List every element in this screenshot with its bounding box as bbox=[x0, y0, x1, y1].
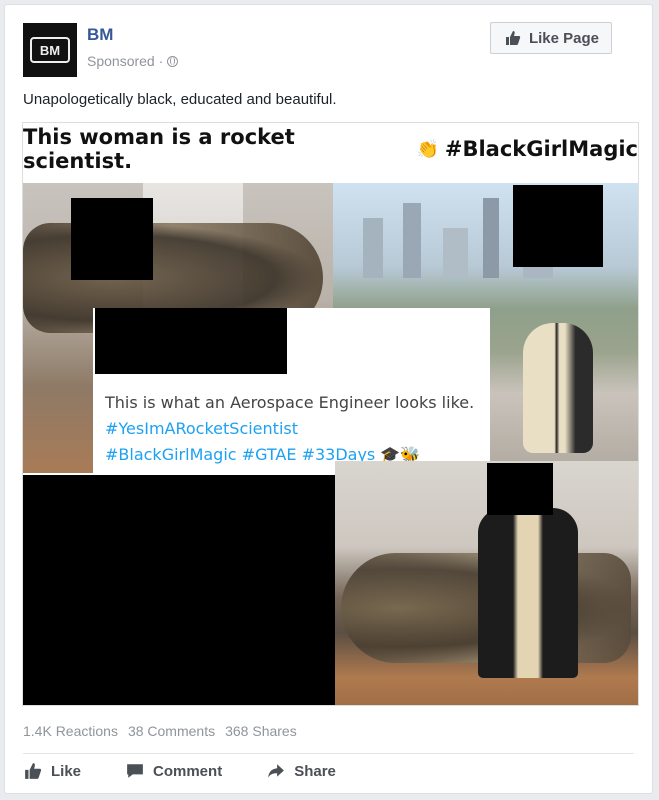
like-page-label: Like Page bbox=[528, 29, 600, 47]
post-actions: Like Comment Share bbox=[23, 761, 336, 781]
like-button[interactable]: Like bbox=[23, 761, 81, 781]
speech-bubble-icon bbox=[125, 761, 145, 781]
page-logo: BM bbox=[30, 37, 70, 63]
redaction-box bbox=[95, 308, 287, 374]
tweet-body: This is what an Aerospace Engineer looks… bbox=[105, 393, 475, 412]
clapping-hands-icon: 👏 bbox=[416, 138, 439, 160]
redaction-box bbox=[71, 198, 153, 280]
shares-count[interactable]: 368 Shares bbox=[225, 723, 297, 739]
comments-count[interactable]: 38 Comments bbox=[128, 723, 215, 739]
share-arrow-icon bbox=[266, 761, 286, 781]
woman-in-dress bbox=[523, 323, 593, 453]
redaction-box bbox=[23, 475, 335, 705]
image-headline: This woman is a rocket scientist. 👏 #Bla… bbox=[23, 123, 638, 175]
engagement-stats: 1.4K Reactions 38 Comments 368 Shares bbox=[23, 723, 297, 739]
woman-in-graduation-gown bbox=[478, 508, 578, 678]
like-label: Like bbox=[51, 762, 82, 780]
redaction-box bbox=[487, 463, 553, 515]
sponsored-post-card: BM BM Sponsored · Like Page Unapologetic… bbox=[4, 4, 653, 794]
tweet-hashtag-1: #YesImARocketScientist bbox=[105, 419, 298, 438]
globe-icon bbox=[167, 55, 179, 67]
comment-label: Comment bbox=[153, 762, 223, 780]
actions-divider bbox=[23, 753, 634, 754]
share-button[interactable]: Share bbox=[266, 761, 336, 781]
sponsored-label[interactable]: Sponsored · bbox=[87, 53, 179, 69]
comment-button[interactable]: Comment bbox=[125, 761, 222, 781]
tweet-text: This is what an Aerospace Engineer looks… bbox=[105, 390, 485, 468]
share-label: Share bbox=[294, 762, 336, 780]
thumbs-up-icon bbox=[503, 28, 523, 48]
page-name-link[interactable]: BM bbox=[87, 25, 113, 45]
thumbs-up-icon bbox=[23, 761, 43, 781]
redaction-box bbox=[513, 185, 603, 267]
post-image[interactable]: This woman is a rocket scientist. 👏 #Bla… bbox=[22, 122, 639, 706]
post-caption: Unapologetically black, educated and bea… bbox=[23, 91, 337, 108]
reactions-count[interactable]: 1.4K Reactions bbox=[23, 723, 118, 739]
page-avatar[interactable]: BM bbox=[23, 23, 77, 77]
sponsored-text: Sponsored · bbox=[87, 53, 164, 69]
headline-text: This woman is a rocket scientist. bbox=[23, 125, 295, 173]
headline-hashtag: #BlackGirlMagic bbox=[444, 137, 638, 161]
like-page-button[interactable]: Like Page bbox=[490, 22, 612, 54]
